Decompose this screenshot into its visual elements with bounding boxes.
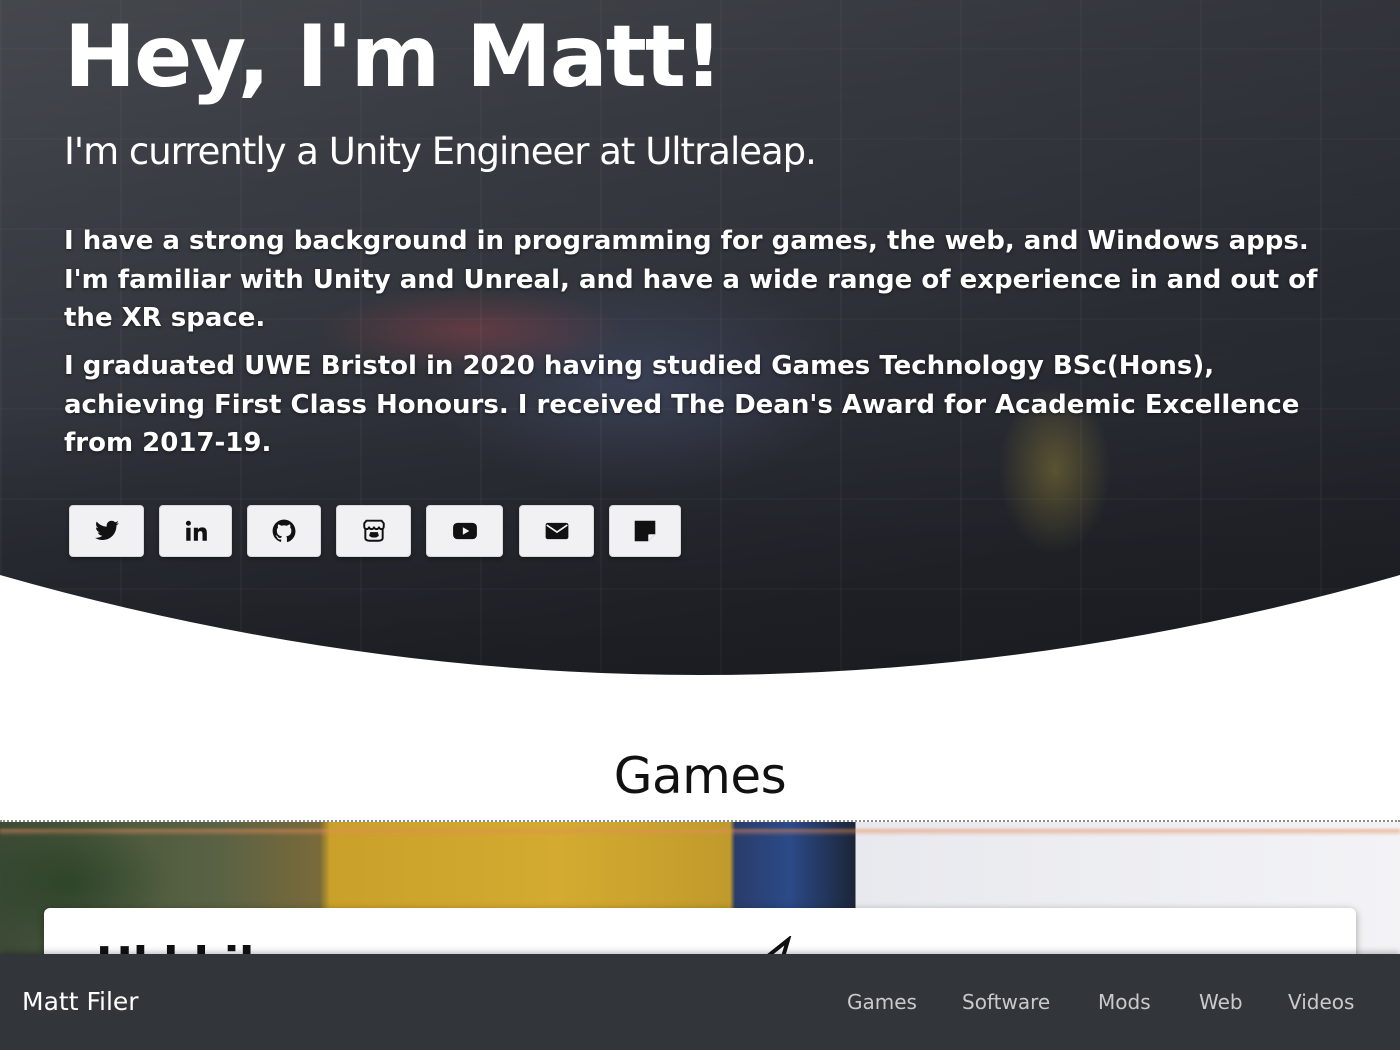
sticky-note-icon bbox=[634, 520, 656, 542]
nav-link-software[interactable]: Software bbox=[962, 986, 1050, 1018]
linkedin-button[interactable] bbox=[159, 505, 232, 557]
github-icon bbox=[272, 519, 296, 543]
twitter-button[interactable] bbox=[69, 505, 144, 557]
hero-section: Hey, I'm Matt! I'm currently a Unity Eng… bbox=[0, 0, 1400, 680]
hero-title: Hey, I'm Matt! bbox=[64, 7, 723, 107]
linkedin-icon bbox=[185, 520, 207, 541]
email-button[interactable] bbox=[519, 505, 594, 557]
nav-link-games[interactable]: Games bbox=[847, 986, 917, 1018]
brand-link[interactable]: Matt Filer bbox=[22, 982, 139, 1022]
youtube-icon bbox=[452, 522, 477, 540]
hero-paragraph-background: I have a strong background in programmin… bbox=[64, 226, 1318, 333]
itchio-button[interactable] bbox=[336, 505, 411, 557]
nav-link-mods[interactable]: Mods bbox=[1098, 986, 1151, 1018]
hero-paragraph-education: I graduated UWE Bristol in 2020 having s… bbox=[64, 351, 1300, 458]
hero-subtitle: I'm currently a Unity Engineer at Ultral… bbox=[64, 130, 817, 173]
games-section-title: Games bbox=[613, 747, 787, 805]
twitter-icon bbox=[94, 520, 119, 540]
hero-bottom-curve bbox=[0, 575, 1400, 680]
bottom-navbar: Matt Filer Games Software Mods Web Video… bbox=[0, 954, 1400, 1050]
youtube-button[interactable] bbox=[426, 505, 503, 557]
blog-button[interactable] bbox=[609, 505, 681, 557]
nav-link-videos[interactable]: Videos bbox=[1288, 986, 1354, 1018]
social-links bbox=[0, 505, 1400, 559]
itchio-icon bbox=[362, 519, 385, 542]
email-icon bbox=[545, 522, 568, 540]
nav-link-web[interactable]: Web bbox=[1199, 986, 1243, 1018]
github-button[interactable] bbox=[247, 505, 321, 557]
